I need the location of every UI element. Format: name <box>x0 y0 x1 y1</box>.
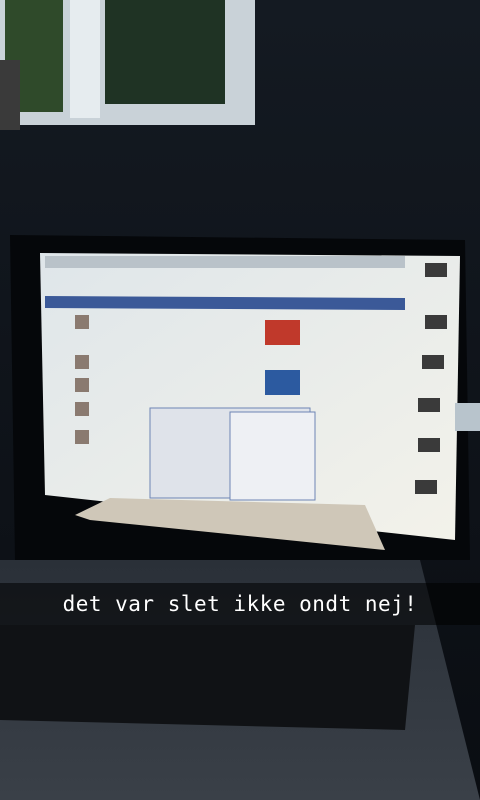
caption-text: det var slet ikke ondt nej! <box>62 592 418 616</box>
laptop <box>0 235 480 800</box>
facebook-bar <box>45 296 405 310</box>
window <box>0 0 255 130</box>
photo-scene <box>0 0 480 800</box>
keyboard <box>0 625 415 730</box>
caption-bar: det var slet ikke ondt nej! <box>0 583 480 625</box>
